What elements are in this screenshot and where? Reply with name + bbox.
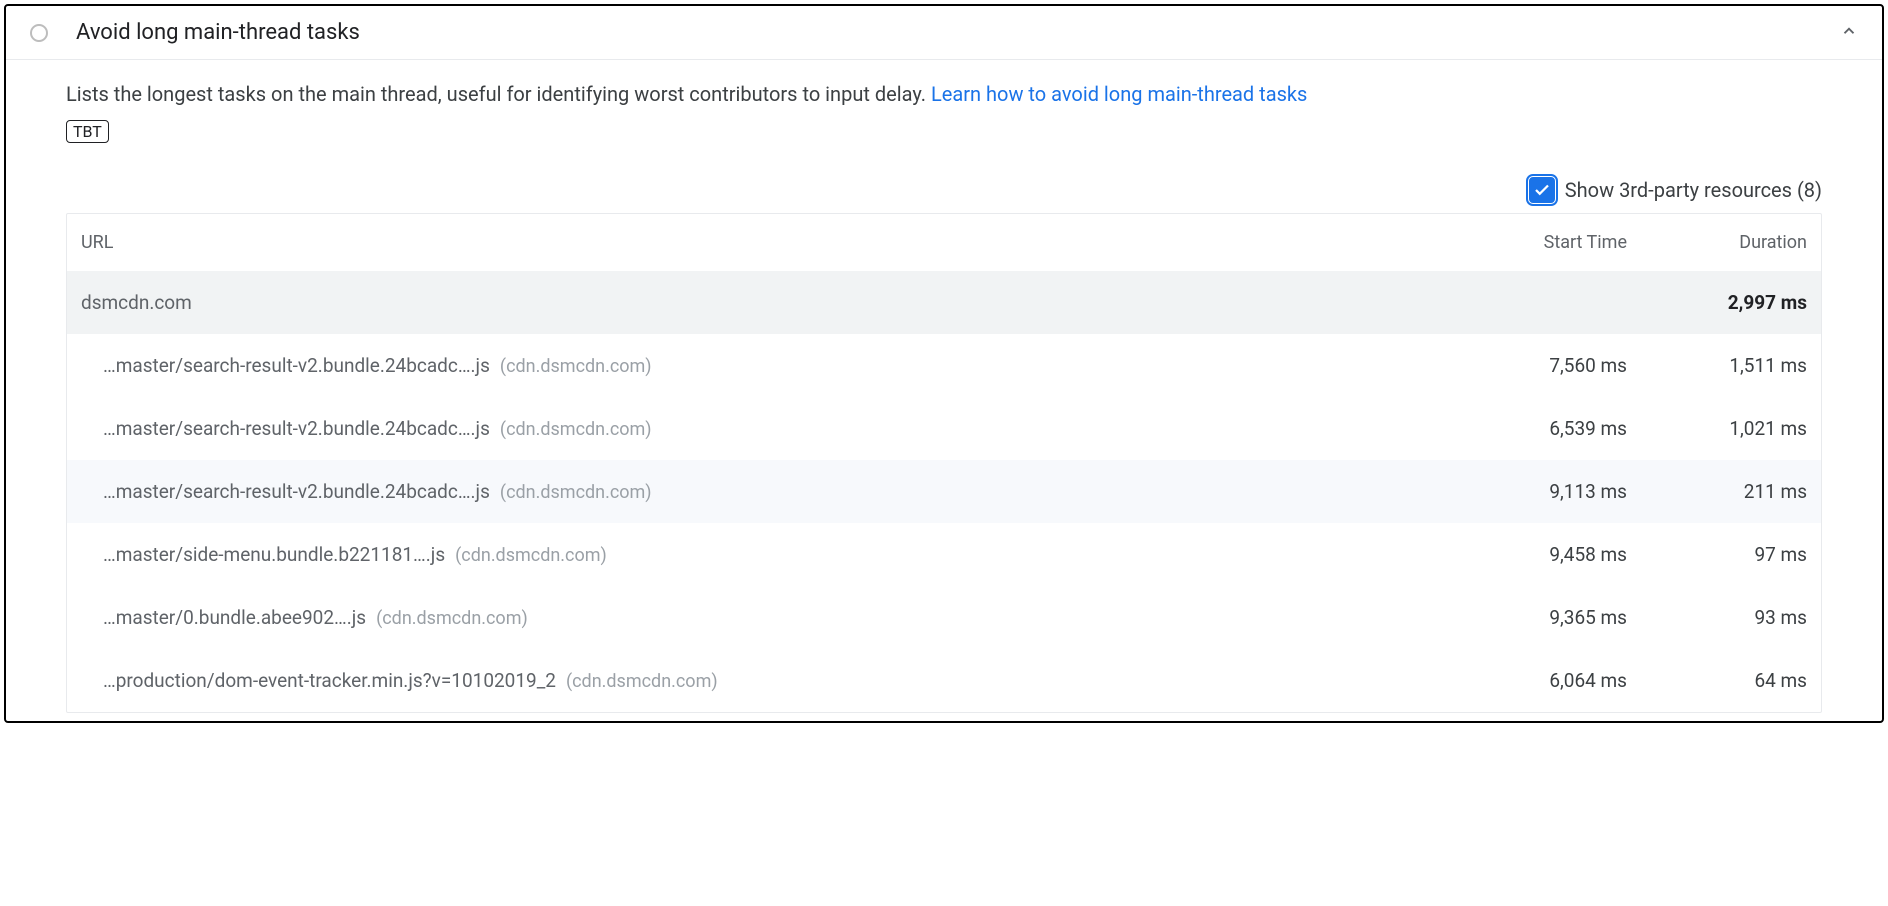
header-start-time: Start Time xyxy=(1447,232,1627,253)
row-host: (cdn.dsmcdn.com) xyxy=(500,419,652,440)
row-start-time: 9,365 ms xyxy=(1447,606,1627,629)
row-duration: 1,021 ms xyxy=(1627,417,1807,440)
row-start-time: 6,539 ms xyxy=(1447,417,1627,440)
row-url: …master/side-menu.bundle.b221181….js (cdn… xyxy=(103,543,1447,566)
row-url: …production/dom-event-tracker.min.js?v=1… xyxy=(103,669,1447,692)
row-path: …production/dom-event-tracker.min.js?v=1… xyxy=(103,669,556,692)
audit-panel: Avoid long main-thread tasks Lists the l… xyxy=(4,4,1884,723)
row-start-time: 9,458 ms xyxy=(1447,543,1627,566)
table-group-row[interactable]: dsmcdn.com 2,997 ms xyxy=(67,271,1821,334)
table-row[interactable]: …master/search-result-v2.bundle.24bcadc…… xyxy=(67,460,1821,523)
row-start-time: 9,113 ms xyxy=(1447,480,1627,503)
tbt-badge: TBT xyxy=(66,120,109,143)
row-url: …master/search-result-v2.bundle.24bcadc…… xyxy=(103,354,1447,377)
row-duration: 1,511 ms xyxy=(1627,354,1807,377)
row-url: …master/search-result-v2.bundle.24bcadc…… xyxy=(103,480,1447,503)
learn-more-link[interactable]: Learn how to avoid long main-thread task… xyxy=(931,82,1307,106)
row-host: (cdn.dsmcdn.com) xyxy=(566,671,718,692)
row-host: (cdn.dsmcdn.com) xyxy=(500,482,652,503)
table-row[interactable]: …production/dom-event-tracker.min.js?v=1… xyxy=(67,649,1821,712)
status-circle-icon xyxy=(30,24,48,42)
table-row[interactable]: …master/side-menu.bundle.b221181….js (cdn… xyxy=(67,523,1821,586)
header-url: URL xyxy=(81,232,1447,253)
row-host: (cdn.dsmcdn.com) xyxy=(500,356,652,377)
third-party-toggle-row: Show 3rd-party resources (8) xyxy=(66,177,1822,203)
row-duration: 93 ms xyxy=(1627,606,1807,629)
table-row[interactable]: …master/0.bundle.abee902….js (cdn.dsmcdn.… xyxy=(67,586,1821,649)
row-duration: 211 ms xyxy=(1627,480,1807,503)
row-start-time: 7,560 ms xyxy=(1447,354,1627,377)
third-party-label: Show 3rd-party resources (8) xyxy=(1565,178,1822,202)
checkmark-icon xyxy=(1533,181,1551,199)
audit-content: Lists the longest tasks on the main thre… xyxy=(6,60,1882,713)
description-text: Lists the longest tasks on the main thre… xyxy=(66,82,931,106)
row-path: …master/search-result-v2.bundle.24bcadc…… xyxy=(103,480,490,503)
row-url: …master/search-result-v2.bundle.24bcadc…… xyxy=(103,417,1447,440)
group-name: dsmcdn.com xyxy=(81,291,1447,314)
group-total: 2,997 ms xyxy=(1627,291,1807,314)
row-start-time: 6,064 ms xyxy=(1447,669,1627,692)
third-party-checkbox[interactable] xyxy=(1529,177,1555,203)
audit-description: Lists the longest tasks on the main thre… xyxy=(66,78,1822,110)
tasks-table: URL Start Time Duration dsmcdn.com 2,997… xyxy=(66,213,1822,713)
row-host: (cdn.dsmcdn.com) xyxy=(376,608,528,629)
row-duration: 64 ms xyxy=(1627,669,1807,692)
row-path: …master/0.bundle.abee902….js xyxy=(103,606,366,629)
row-path: …master/search-result-v2.bundle.24bcadc…… xyxy=(103,354,490,377)
row-duration: 97 ms xyxy=(1627,543,1807,566)
header-duration: Duration xyxy=(1627,232,1807,253)
row-path: …master/side-menu.bundle.b221181….js xyxy=(103,543,445,566)
row-url: …master/0.bundle.abee902….js (cdn.dsmcdn.… xyxy=(103,606,1447,629)
row-path: …master/search-result-v2.bundle.24bcadc…… xyxy=(103,417,490,440)
table-header-row: URL Start Time Duration xyxy=(67,214,1821,271)
group-start xyxy=(1447,291,1627,314)
audit-header[interactable]: Avoid long main-thread tasks xyxy=(6,6,1882,60)
row-host: (cdn.dsmcdn.com) xyxy=(455,545,607,566)
table-row[interactable]: …master/search-result-v2.bundle.24bcadc…… xyxy=(67,334,1821,397)
table-row[interactable]: …master/search-result-v2.bundle.24bcadc…… xyxy=(67,397,1821,460)
audit-title: Avoid long main-thread tasks xyxy=(76,20,1840,45)
chevron-up-icon xyxy=(1840,22,1858,44)
